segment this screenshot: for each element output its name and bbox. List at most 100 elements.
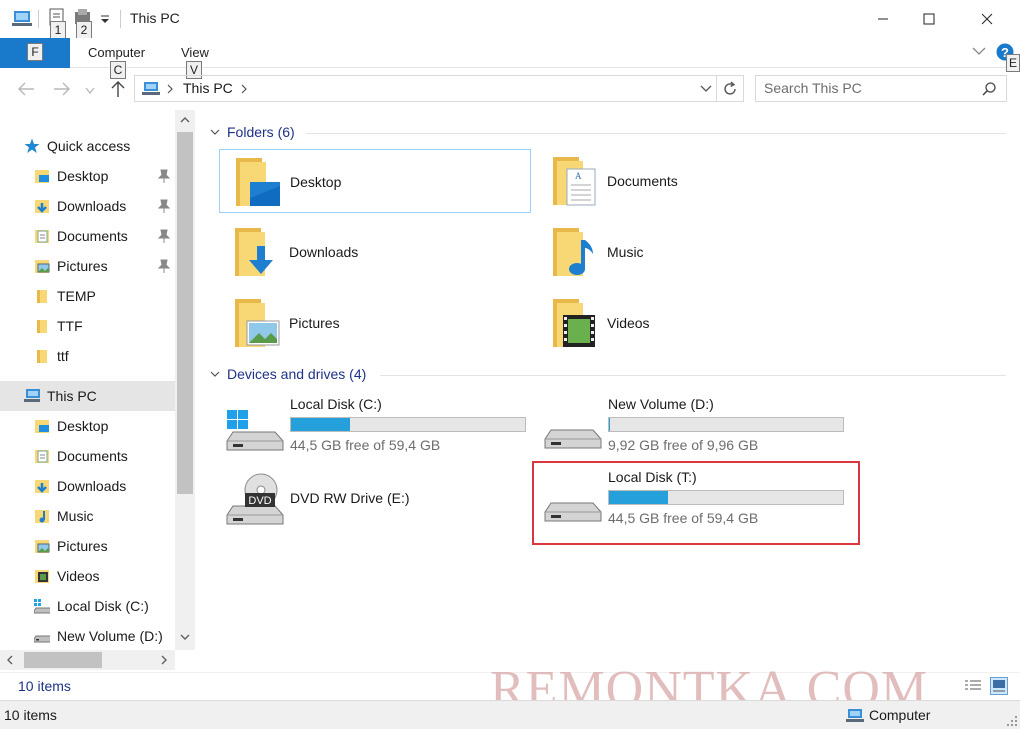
forward-arrow-icon bbox=[54, 82, 70, 96]
windows-drive-icon bbox=[34, 599, 50, 614]
expand-ribbon-icon[interactable] bbox=[972, 46, 986, 56]
maximize-icon bbox=[923, 13, 935, 25]
back-button[interactable] bbox=[14, 78, 38, 100]
nav-pc-music[interactable]: Music bbox=[0, 501, 175, 531]
forward-button[interactable] bbox=[50, 78, 74, 100]
nav-qa-pictures[interactable]: Pictures bbox=[0, 251, 175, 281]
navigation-pane: Quick access Desktop Downloads Documents… bbox=[0, 110, 195, 672]
minimize-button[interactable] bbox=[860, 0, 906, 38]
chevron-right-icon[interactable] bbox=[240, 84, 248, 94]
pin-icon[interactable] bbox=[158, 229, 170, 243]
nav-horizontal-scroll-thumb[interactable] bbox=[24, 652, 102, 668]
folder-icon bbox=[37, 350, 47, 363]
maximize-button[interactable] bbox=[906, 0, 952, 38]
music-folder-icon bbox=[553, 228, 593, 276]
folder-videos[interactable]: Videos bbox=[537, 291, 849, 355]
star-icon bbox=[24, 138, 40, 153]
nav-pc-videos[interactable]: Videos bbox=[0, 561, 175, 591]
documents-folder-icon: A bbox=[553, 157, 596, 206]
tab-view[interactable]: View bbox=[181, 45, 209, 60]
ribbon bbox=[0, 38, 1020, 68]
dvd-label: DVD bbox=[248, 495, 271, 507]
this-pc-icon bbox=[142, 82, 160, 95]
collapse-drives-icon[interactable] bbox=[210, 370, 220, 378]
this-pc-icon[interactable] bbox=[12, 10, 32, 28]
nav-qa-temp[interactable]: TEMP bbox=[0, 281, 175, 311]
nav-quick-access[interactable]: Quick access bbox=[0, 131, 175, 161]
address-dropdown-icon[interactable] bbox=[700, 85, 712, 93]
pin-icon[interactable] bbox=[158, 259, 170, 273]
drive-name: New Volume (D:) bbox=[608, 396, 714, 412]
nav-label: Documents bbox=[57, 228, 128, 244]
large-icons-view-icon[interactable] bbox=[990, 677, 1008, 695]
svg-text:A: A bbox=[575, 171, 582, 181]
nav-label: Downloads bbox=[57, 198, 127, 214]
folder-icon bbox=[37, 290, 47, 303]
nav-pc-downloads[interactable]: Downloads bbox=[0, 471, 175, 501]
scroll-up-icon[interactable] bbox=[180, 116, 190, 124]
chevron-right-icon bbox=[167, 84, 173, 94]
item-count: 10 items bbox=[18, 678, 71, 694]
folder-desktop[interactable]: Desktop bbox=[219, 149, 531, 213]
file-tab[interactable]: F bbox=[0, 38, 70, 68]
tab-computer-key: C bbox=[110, 61, 126, 79]
nav-qa-documents[interactable]: Documents bbox=[0, 221, 175, 251]
window-title: This PC bbox=[130, 10, 180, 26]
folder-documents[interactable]: A Documents bbox=[537, 149, 849, 213]
folders-header[interactable]: Folders (6) bbox=[227, 124, 295, 140]
nav-pc-pictures[interactable]: Pictures bbox=[0, 531, 175, 561]
collapse-folders-icon[interactable] bbox=[210, 128, 220, 136]
desktop-folder-icon bbox=[35, 420, 49, 433]
nav-pc-local-disk-c[interactable]: Local Disk (C:) bbox=[0, 591, 175, 621]
nav-qa-ttf[interactable]: TTF bbox=[0, 311, 175, 341]
downloads-folder-icon bbox=[235, 228, 273, 276]
address-bar[interactable]: This PC bbox=[134, 75, 717, 102]
nav-pc-documents[interactable]: Documents bbox=[0, 441, 175, 471]
drive-new-volume-d[interactable]: New Volume (D:) 9,92 GB free of 9,96 GB bbox=[538, 396, 850, 466]
nav-pc-desktop[interactable]: Desktop bbox=[0, 411, 175, 441]
nav-qa-downloads[interactable]: Downloads bbox=[0, 191, 175, 221]
tab-computer[interactable]: Computer bbox=[88, 45, 145, 60]
recent-locations-button[interactable] bbox=[82, 78, 98, 100]
drive-free-space: 44,5 GB free of 59,4 GB bbox=[290, 437, 441, 453]
close-button[interactable] bbox=[964, 0, 1010, 38]
nav-qa-desktop[interactable]: Desktop bbox=[0, 161, 175, 191]
customize-qat-icon[interactable] bbox=[100, 15, 110, 23]
search-box[interactable] bbox=[755, 75, 1007, 102]
nav-label: TTF bbox=[57, 318, 83, 334]
folder-downloads[interactable]: Downloads bbox=[219, 220, 531, 284]
nav-label: Pictures bbox=[57, 258, 108, 274]
scroll-down-icon[interactable] bbox=[180, 633, 190, 641]
drive-icon bbox=[34, 635, 50, 643]
up-button[interactable] bbox=[106, 78, 130, 100]
search-input[interactable] bbox=[764, 80, 974, 96]
search-icon[interactable] bbox=[982, 82, 996, 96]
pin-icon[interactable] bbox=[158, 169, 170, 183]
drive-usage-fill bbox=[291, 418, 350, 431]
videos-folder-icon bbox=[553, 299, 595, 347]
help-key: E bbox=[1006, 54, 1020, 72]
nav-pc-new-volume-d[interactable]: New Volume (D:) bbox=[0, 621, 175, 651]
resize-grip-icon[interactable] bbox=[1006, 715, 1018, 727]
documents-folder-icon bbox=[35, 450, 49, 463]
drive-name: DVD RW Drive (E:) bbox=[290, 490, 410, 506]
chevron-down-icon bbox=[85, 87, 95, 95]
downloads-folder-icon bbox=[35, 200, 49, 213]
folder-music[interactable]: Music bbox=[537, 220, 849, 284]
nav-this-pc[interactable]: This PC bbox=[0, 381, 175, 411]
nav-qa-ttf-lower[interactable]: ttf bbox=[0, 341, 175, 371]
scroll-left-icon[interactable] bbox=[6, 655, 14, 665]
drive-local-disk-c[interactable]: Local Disk (C:) 44,5 GB free of 59,4 GB bbox=[220, 396, 532, 466]
section-divider bbox=[306, 133, 1006, 134]
pin-icon[interactable] bbox=[158, 199, 170, 213]
folder-pictures[interactable]: Pictures bbox=[219, 291, 531, 355]
close-icon bbox=[981, 13, 993, 25]
music-folder-icon bbox=[35, 510, 49, 523]
nav-vertical-scroll-thumb[interactable] bbox=[177, 132, 193, 494]
details-view-icon[interactable] bbox=[964, 678, 982, 694]
breadcrumb-this-pc[interactable]: This PC bbox=[183, 80, 233, 96]
refresh-button[interactable] bbox=[716, 75, 744, 102]
drives-header[interactable]: Devices and drives (4) bbox=[227, 366, 366, 382]
scroll-right-icon[interactable] bbox=[160, 655, 168, 665]
drive-dvd-rw-e[interactable]: DVD DVD RW Drive (E:) bbox=[220, 470, 532, 540]
